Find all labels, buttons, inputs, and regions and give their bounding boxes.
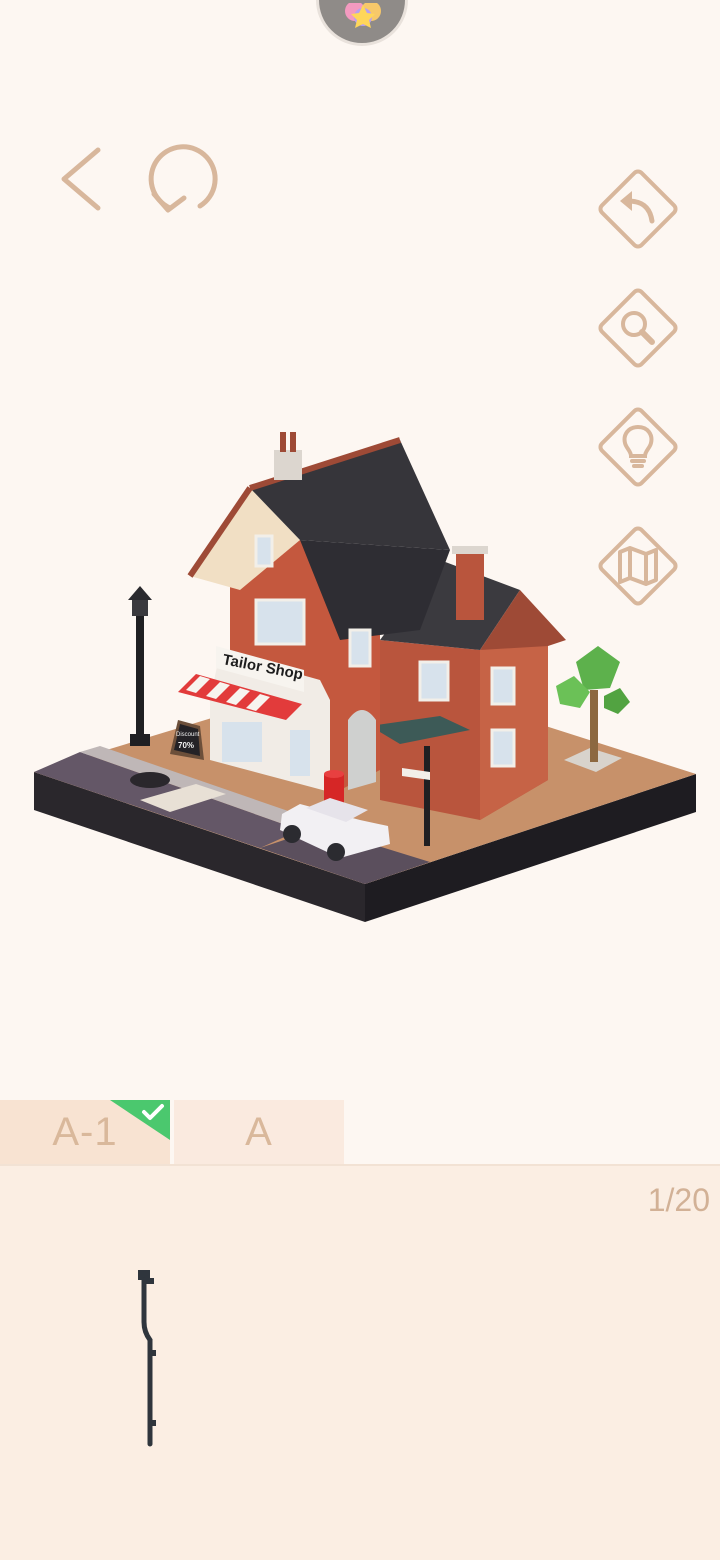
restart-icon bbox=[148, 144, 218, 213]
board-text-percent: 70% bbox=[178, 741, 194, 750]
zoom-button[interactable] bbox=[590, 280, 686, 376]
mailbox bbox=[324, 770, 344, 804]
lamp-post-piece[interactable] bbox=[120, 1262, 180, 1452]
game-screen: Tailor Shop Discount 70% A-1 A 1/20 bbox=[0, 0, 720, 1560]
tab-a-label: A bbox=[245, 1109, 273, 1154]
undo-button[interactable] bbox=[590, 161, 686, 257]
achievement-badge[interactable] bbox=[316, 0, 408, 46]
board-text-discount: Discount bbox=[176, 732, 200, 738]
restart-button[interactable] bbox=[140, 138, 222, 220]
magnifier-icon bbox=[621, 311, 655, 345]
lamp-post-piece-icon bbox=[138, 1270, 156, 1447]
star-flower-icon bbox=[345, 3, 381, 28]
back-button[interactable] bbox=[56, 142, 110, 216]
undo-arrow-icon bbox=[620, 191, 655, 224]
completed-check-icon bbox=[110, 1100, 170, 1140]
tab-a1-label: A-1 bbox=[52, 1109, 118, 1154]
chevron-left-icon bbox=[61, 147, 101, 211]
isometric-house-scene: Tailor Shop Discount 70% bbox=[34, 432, 696, 922]
piece-counter: 1/20 bbox=[647, 1182, 710, 1218]
tab-a1[interactable]: A-1 bbox=[0, 1100, 170, 1164]
piece-tray bbox=[0, 1164, 720, 1560]
discount-board: Discount 70% bbox=[170, 720, 204, 760]
lamp-post-left bbox=[128, 586, 152, 746]
tab-a[interactable]: A bbox=[174, 1100, 344, 1164]
